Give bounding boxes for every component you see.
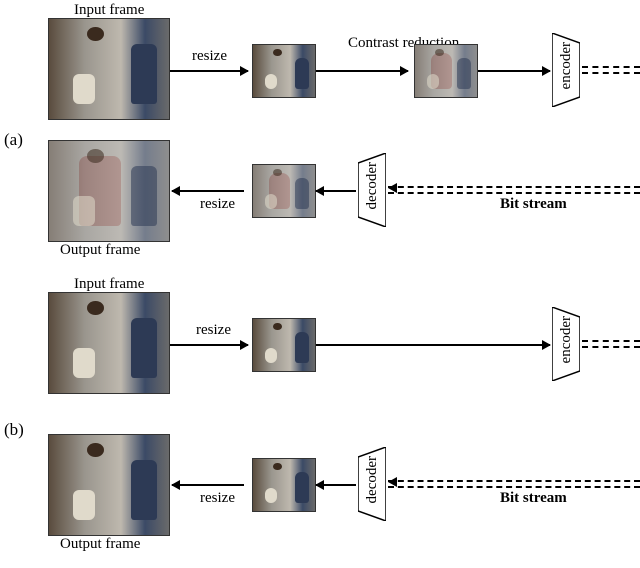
bitstream-arrowhead-b — [388, 477, 397, 487]
output-frame-label-a: Output frame — [60, 242, 140, 259]
decoder-label-b: decoder — [364, 456, 381, 503]
arrow-output-b — [172, 484, 244, 486]
decoded-frame-a — [252, 164, 316, 218]
resized-frame-b — [252, 318, 316, 372]
resize-label-a2: resize — [200, 196, 235, 213]
bitstream-arrowhead-a — [388, 183, 397, 193]
decoder-label-a: decoder — [364, 162, 381, 209]
decoded-frame-b — [252, 458, 316, 512]
arrow-to-encoder-b — [316, 344, 550, 346]
arrow-from-decoder-b — [316, 484, 356, 486]
arrow-to-encoder-a — [478, 70, 550, 72]
arrow-resize-a1 — [170, 70, 248, 72]
resize-label-b1: resize — [196, 322, 231, 339]
input-frame-a — [48, 18, 170, 120]
resize-label-b2: resize — [200, 490, 235, 507]
panel-b-label: (b) — [4, 420, 24, 440]
panel-a-label: (a) — [4, 130, 23, 150]
arrow-from-decoder-a — [316, 190, 356, 192]
bitstream-label-b: Bit stream — [500, 490, 567, 507]
input-frame-label-b: Input frame — [74, 276, 144, 293]
output-frame-a — [48, 140, 170, 242]
arrow-resize-b1 — [170, 344, 248, 346]
output-frame-label-b: Output frame — [60, 536, 140, 553]
output-frame-b — [48, 434, 170, 536]
encoder-label-a: encoder — [558, 42, 575, 89]
input-frame-label-a: Input frame — [74, 2, 144, 19]
resized-frame-a — [252, 44, 316, 98]
arrow-output-a — [172, 190, 244, 192]
input-frame-b — [48, 292, 170, 394]
bitstream-label-a: Bit stream — [500, 196, 567, 213]
contrast-frame-a — [414, 44, 478, 98]
resize-label-a1: resize — [192, 48, 227, 65]
encoder-label-b: encoder — [558, 316, 575, 363]
arrow-contrast-a — [316, 70, 408, 72]
